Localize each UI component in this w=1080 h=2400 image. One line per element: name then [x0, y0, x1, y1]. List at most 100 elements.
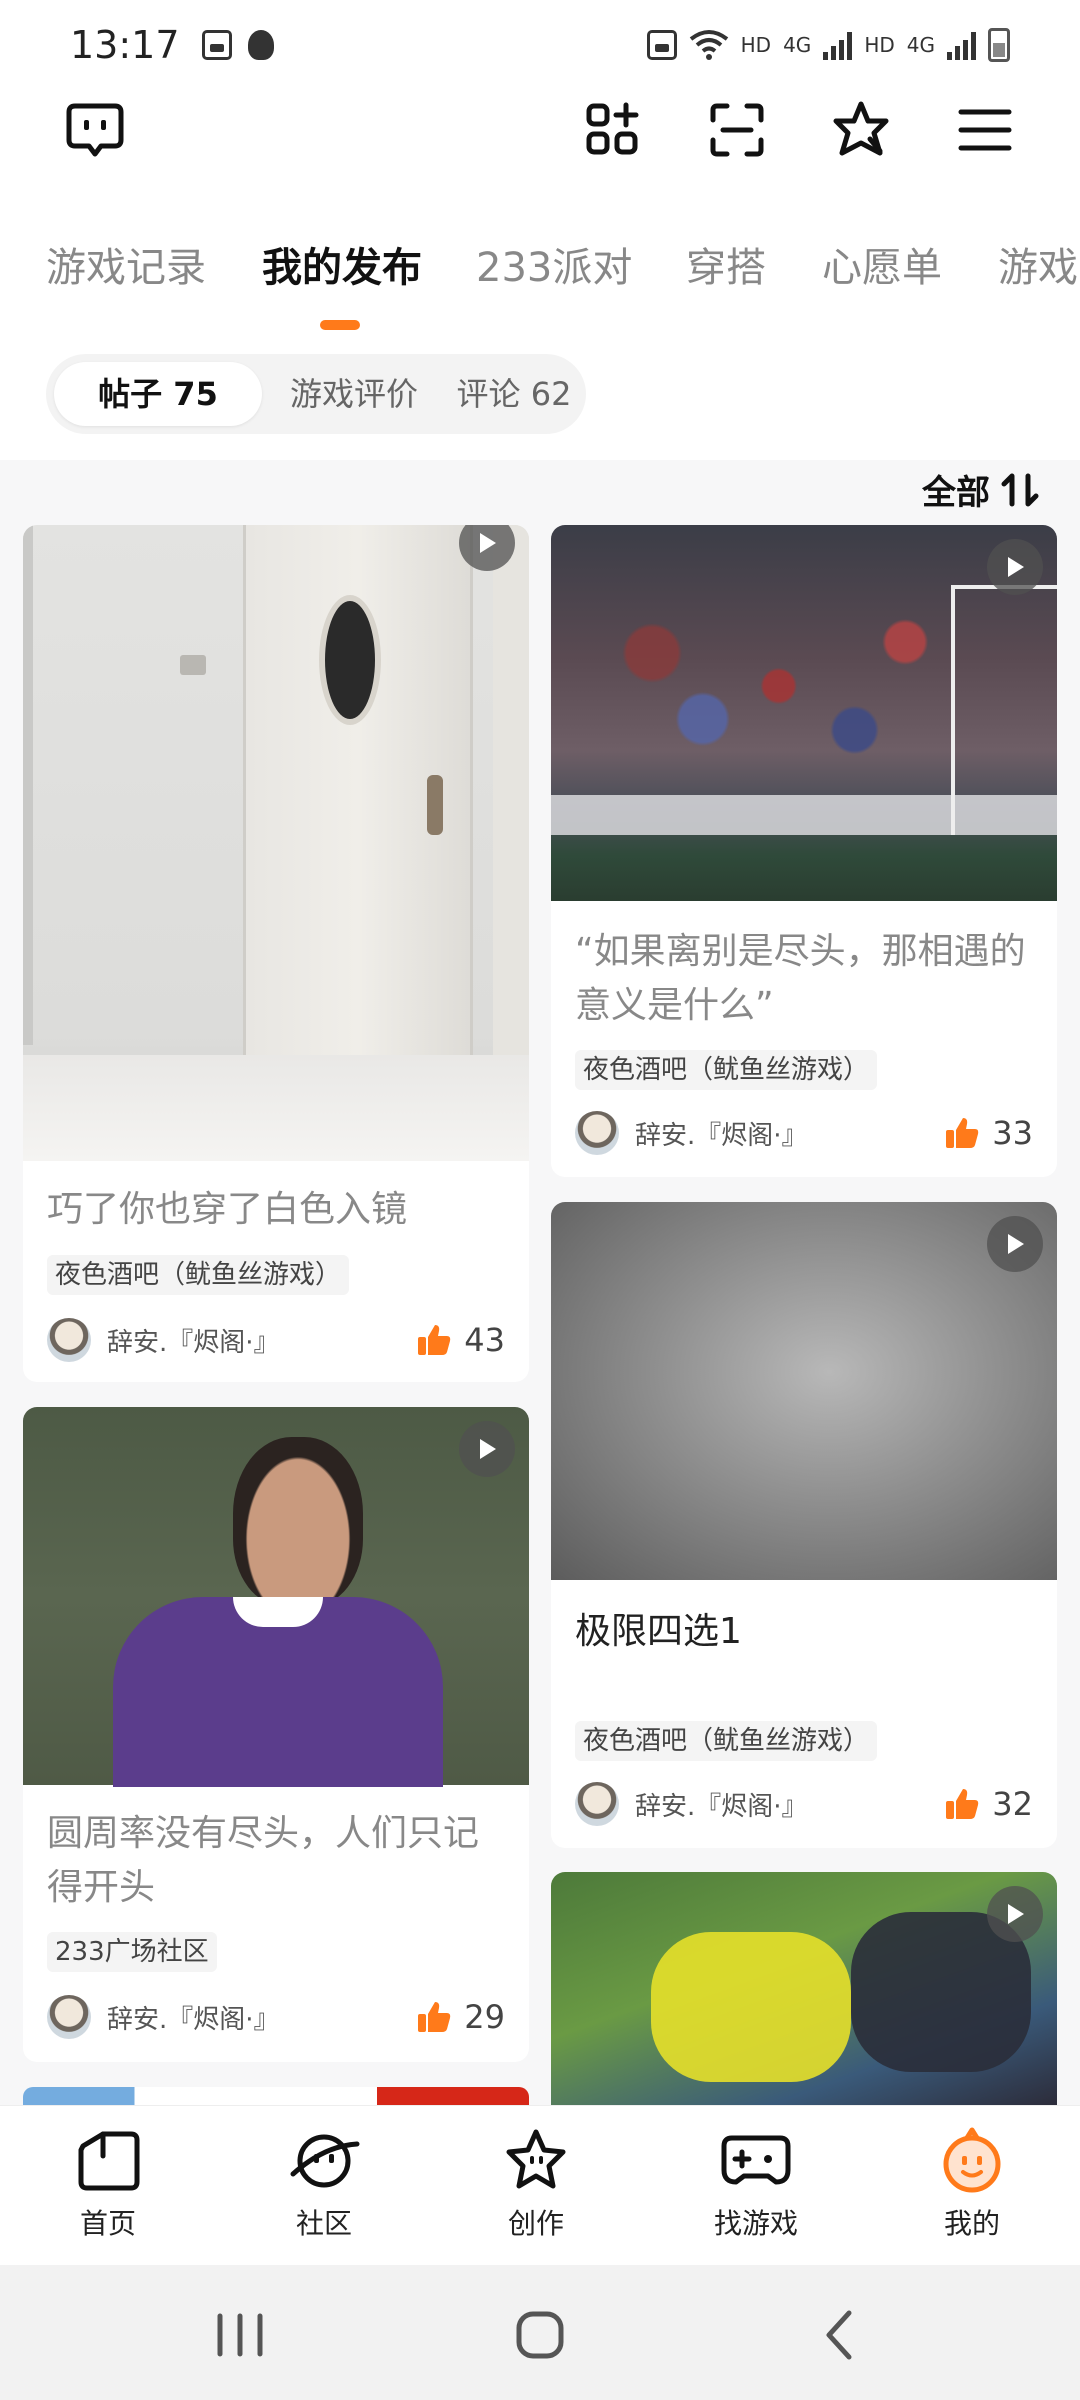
gamepad-icon — [721, 2135, 791, 2185]
wifi-icon — [689, 30, 728, 60]
thumb-up-icon — [418, 1325, 451, 1355]
hd-label-1: HD — [740, 33, 772, 57]
tab-game-records[interactable]: 游戏记录 — [46, 235, 206, 293]
sort-icon — [1001, 473, 1039, 506]
post-type-segment: 帖子 75 游戏评价 评论 62 — [46, 354, 586, 434]
notification-app-icon — [247, 30, 274, 60]
post-author-row: 辞安.『烬阁·』 29 — [47, 1992, 505, 2042]
nav-home[interactable]: 首页 — [38, 2126, 178, 2242]
home-button-icon[interactable] — [510, 2305, 570, 2365]
create-star-icon — [506, 2129, 566, 2189]
tab-233-party[interactable]: 233派对 — [476, 235, 632, 293]
net-label-2: 4G — [906, 33, 935, 57]
tab-outfits[interactable]: 穿搭 — [686, 235, 766, 293]
thumb-up-icon — [418, 2002, 451, 2032]
post-card[interactable]: 极限四选1 夜色酒吧（鱿鱼丝游戏） 辞安.『烬阁·』 32 — [551, 1202, 1057, 1848]
thumb-up-icon — [946, 1118, 979, 1148]
post-author-row: 辞安.『烬阁·』 32 — [575, 1779, 1033, 1829]
like-count: 29 — [464, 1998, 505, 2036]
header — [0, 95, 1080, 185]
post-tag[interactable]: 233广场社区 — [47, 1932, 217, 1972]
recent-apps-icon[interactable] — [210, 2310, 270, 2360]
like-button[interactable]: 32 — [944, 1785, 1033, 1823]
like-count: 33 — [992, 1114, 1033, 1152]
segment-posts[interactable]: 帖子 75 — [54, 362, 262, 426]
signal-icon-1 — [823, 30, 853, 60]
post-title: 极限四选1 — [575, 1611, 742, 1652]
author-name[interactable]: 辞安.『烬阁·』 — [107, 1999, 280, 2036]
avatar[interactable] — [575, 1782, 619, 1826]
profile-face-icon — [943, 2127, 1001, 2193]
post-title: 巧了你也穿了白色入镜 — [47, 1189, 408, 1230]
nav-community[interactable]: 社区 — [254, 2126, 394, 2242]
avatar[interactable] — [575, 1111, 619, 1155]
like-count: 32 — [992, 1785, 1033, 1823]
recycle-icon — [646, 30, 677, 60]
nav-label: 社区 — [295, 2207, 352, 2240]
segment-game-reviews[interactable]: 游戏评价 — [266, 362, 442, 426]
chat-bubble-icon[interactable] — [60, 95, 130, 165]
avatar[interactable] — [47, 1995, 91, 2039]
post-card[interactable]: 巧了你也穿了白色入镜 夜色酒吧（鱿鱼丝游戏） 辞安.『烬阁·』 43 — [23, 525, 529, 1382]
net-label-1: 4G — [783, 33, 812, 57]
like-button[interactable]: 43 — [416, 1321, 505, 1359]
author-name[interactable]: 辞安.『烬阁·』 — [635, 1786, 808, 1823]
post-card[interactable]: 圆周率没有尽头，人们只记得开头 233广场社区 辞安.『烬阁·』 29 — [23, 1407, 529, 2062]
post-thumbnail — [551, 1202, 1057, 1580]
system-nav-bar — [0, 2265, 1080, 2400]
post-author-row: 辞安.『烬阁·』 43 — [47, 1315, 505, 1365]
author-name[interactable]: 辞安.『烬阁·』 — [107, 1322, 280, 1359]
post-thumbnail — [23, 1407, 529, 1787]
post-thumbnail — [551, 1872, 1057, 2105]
nav-label: 首页 — [79, 2207, 136, 2240]
signal-icon-2 — [947, 30, 976, 60]
play-icon — [987, 1886, 1043, 1942]
post-tag[interactable]: 夜色酒吧（鱿鱼丝游戏） — [47, 1255, 350, 1295]
tab-games[interactable]: 游戏 — [998, 235, 1078, 293]
status-bar: 13:17 HD 4G HD 4G — [0, 0, 1080, 90]
tab-my-posts[interactable]: 我的发布 — [262, 235, 422, 293]
battery-icon — [988, 28, 1010, 62]
nav-create[interactable]: 创作 — [466, 2126, 606, 2242]
play-icon — [987, 539, 1043, 595]
sort-button[interactable]: 全部 — [922, 465, 1040, 514]
thumb-up-icon — [946, 1789, 979, 1819]
bottom-nav: 首页 社区 创作 找游戏 我的 — [0, 2105, 1080, 2265]
post-tag[interactable]: 夜色酒吧（鱿鱼丝游戏） — [575, 1721, 878, 1761]
post-title: “如果离别是尽头，那相遇的意义是什么” — [575, 931, 1026, 1026]
post-card[interactable] — [551, 1872, 1057, 2105]
nav-me[interactable]: 我的 — [902, 2126, 1042, 2242]
post-title: 圆周率没有尽头，人们只记得开头 — [47, 1813, 480, 1908]
back-icon[interactable] — [815, 2307, 865, 2363]
sort-label: 全部 — [922, 473, 990, 513]
post-author-row: 辞安.『烬阁·』 33 — [575, 1108, 1033, 1158]
segment-comments[interactable]: 评论 62 — [446, 362, 582, 426]
like-button[interactable]: 29 — [416, 1998, 505, 2036]
planet-icon — [290, 2134, 360, 2188]
nav-label: 找游戏 — [713, 2207, 798, 2240]
like-button[interactable]: 33 — [944, 1114, 1033, 1152]
star-badge-icon[interactable] — [826, 95, 896, 165]
post-thumbnail — [551, 525, 1057, 901]
post-tag[interactable]: 夜色酒吧（鱿鱼丝游戏） — [575, 1050, 878, 1090]
like-count: 43 — [464, 1321, 505, 1359]
profile-tabs: 游戏记录 我的发布 233派对 穿搭 心愿单 游戏 — [0, 235, 1080, 325]
active-tab-indicator — [320, 320, 360, 330]
post-card[interactable]: “如果离别是尽头，那相遇的意义是什么” 夜色酒吧（鱿鱼丝游戏） 辞安.『烬阁·』… — [551, 525, 1057, 1177]
grid-plus-icon[interactable] — [578, 95, 648, 165]
author-name[interactable]: 辞安.『烬阁·』 — [635, 1115, 808, 1152]
post-card[interactable] — [23, 2087, 529, 2105]
status-time: 13:17 — [70, 23, 180, 67]
menu-icon[interactable] — [950, 95, 1020, 165]
tab-wishlist[interactable]: 心愿单 — [822, 235, 942, 293]
nav-label: 我的 — [943, 2207, 1000, 2240]
home-icon — [78, 2131, 140, 2191]
scan-icon[interactable] — [702, 95, 772, 165]
hd-label-2: HD — [864, 33, 895, 57]
play-icon — [987, 1216, 1043, 1272]
nav-find-games[interactable]: 找游戏 — [686, 2126, 826, 2242]
avatar[interactable] — [47, 1318, 91, 1362]
post-thumbnail — [23, 525, 529, 1161]
gallery-icon — [201, 30, 232, 60]
play-icon — [459, 1421, 515, 1477]
